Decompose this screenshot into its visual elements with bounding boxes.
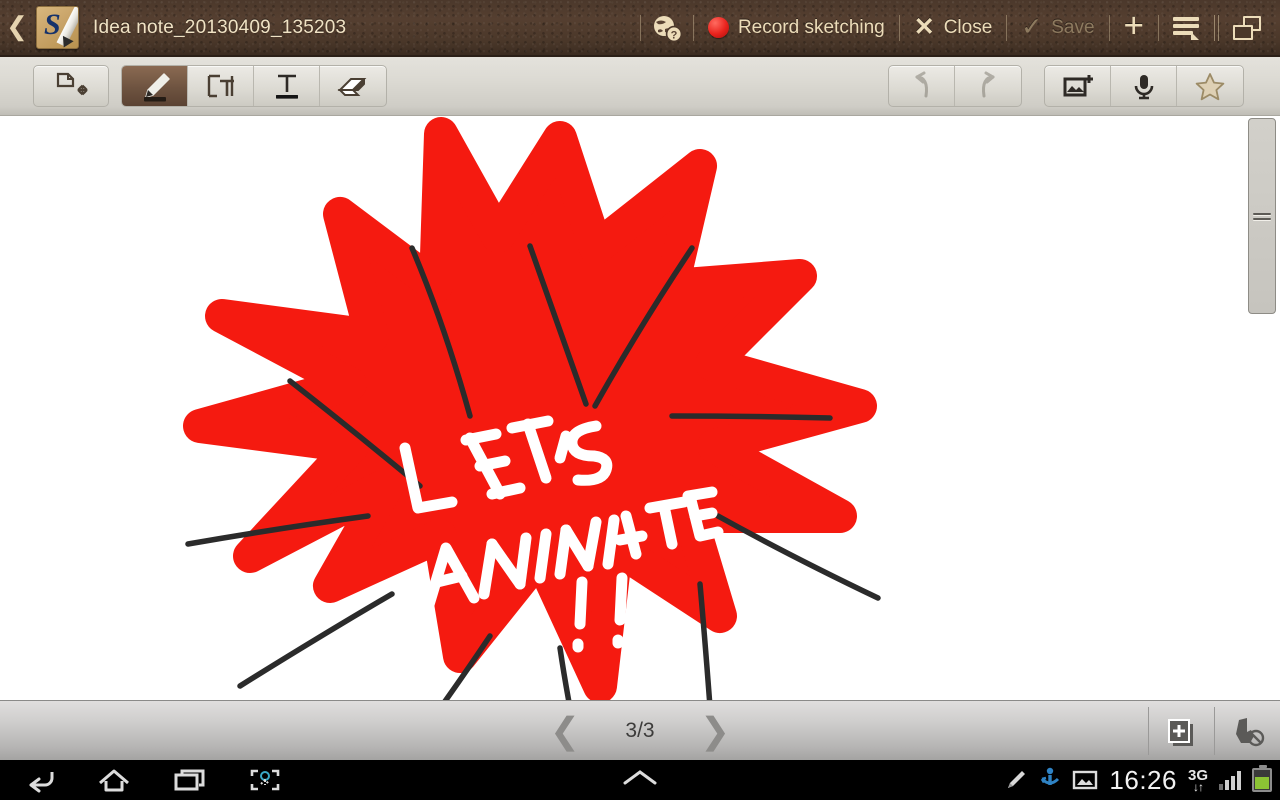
close-label: Close: [943, 16, 993, 38]
separator: [898, 14, 900, 41]
select-move-icon: [56, 72, 88, 96]
battery-icon: [1252, 765, 1272, 792]
voice-record-button[interactable]: [1111, 66, 1177, 106]
check-icon: ✓: [1021, 13, 1043, 41]
separator: [692, 14, 694, 41]
spen-detached-icon: [1041, 767, 1060, 785]
image-add-icon: [1063, 75, 1093, 97]
palm-rejection-button[interactable]: [1215, 701, 1280, 761]
vertical-scrollbar[interactable]: [1248, 118, 1276, 314]
list-menu-button[interactable]: [1170, 16, 1202, 40]
snote-stylus-nib: [58, 35, 74, 48]
close-x-icon: ✕: [913, 13, 935, 41]
star-icon: [1195, 73, 1225, 101]
android-home-icon[interactable]: [96, 767, 132, 793]
insert-image-button[interactable]: [1045, 66, 1111, 106]
separator: [1108, 14, 1110, 41]
android-back-icon[interactable]: [22, 767, 56, 793]
title-bar-actions: ? Record sketching ✕ Close ✓ Save +: [629, 0, 1280, 56]
select-move-tool-button[interactable]: [34, 66, 108, 106]
save-button[interactable]: ✓ Save: [1018, 15, 1097, 40]
chevron-left-icon[interactable]: ❮: [550, 712, 580, 749]
hand-disabled-icon: [1235, 718, 1264, 747]
document-title: Idea note_20130409_135203: [93, 16, 347, 38]
red-starburst-shape: [183, 117, 877, 700]
pen-icon: [143, 73, 170, 102]
drawing-tools-group: [121, 65, 387, 107]
android-system-nav: 16:26 3G ↓↑: [0, 760, 1280, 800]
undo-redo-group: [888, 65, 1022, 107]
add-page-button[interactable]: [1149, 701, 1214, 761]
separator: [1158, 14, 1159, 41]
undo-button[interactable]: [889, 66, 955, 106]
status-clock: 16:26: [1109, 764, 1177, 795]
snote-app-window: ❮ S Idea note_20130409_135203 ? Record s…: [0, 0, 1280, 800]
record-sketching-label: Record sketching: [737, 16, 885, 38]
microphone-icon: [1134, 75, 1153, 100]
globe-help-icon[interactable]: ?: [652, 14, 682, 42]
extras-group: [1044, 65, 1244, 107]
sketch-drawing: [183, 117, 881, 700]
screenshot-saved-icon: [1073, 770, 1098, 790]
text-box-tool-button[interactable]: [188, 66, 254, 106]
redo-button[interactable]: [955, 66, 1021, 106]
eraser-icon: [337, 78, 367, 96]
record-dot-icon: [707, 17, 729, 38]
add-button[interactable]: +: [1121, 8, 1147, 48]
pen-tool-button[interactable]: [122, 66, 188, 106]
signal-bars-icon: [1219, 770, 1241, 790]
title-bar: ❮ S Idea note_20130409_135203 ? Record s…: [0, 0, 1280, 57]
snote-app-icon: S: [36, 6, 79, 49]
separator: [1214, 14, 1219, 41]
back-chevron-icon[interactable]: ❮: [0, 0, 34, 56]
android-nav-buttons: [22, 767, 282, 793]
chevron-right-icon[interactable]: ❯: [700, 712, 730, 749]
separator: [1006, 14, 1008, 41]
text-tool-button[interactable]: [254, 66, 320, 106]
drawing-canvas[interactable]: [0, 116, 1280, 700]
svg-text:?: ?: [671, 29, 678, 41]
page-indicator: 3/3: [625, 718, 655, 742]
add-page-icon: [1167, 719, 1193, 746]
undo-icon: [915, 71, 928, 98]
page-navigation-bar: ❮ 3/3 ❯: [0, 700, 1280, 760]
spen-icon: [1008, 771, 1026, 788]
record-sketching-button[interactable]: Record sketching: [705, 17, 888, 39]
plus-icon: +: [1123, 5, 1144, 45]
separator: [639, 14, 641, 41]
favorite-button[interactable]: [1177, 66, 1243, 106]
network-type: 3G ↓↑: [1188, 768, 1208, 793]
multiwindow-button[interactable]: [1230, 15, 1264, 40]
save-label: Save: [1051, 16, 1095, 38]
text-box-icon: [207, 74, 234, 98]
grip-lines-icon: [1253, 210, 1271, 223]
status-tray: 16:26 3G ↓↑: [1004, 765, 1272, 796]
eraser-tool-button[interactable]: [320, 66, 386, 106]
cascade-windows-icon: [1233, 15, 1261, 40]
list-menu-icon: [1173, 16, 1199, 40]
android-chevron-up-icon[interactable]: [620, 767, 660, 794]
text-icon: [275, 74, 298, 99]
android-screenshot-icon[interactable]: [248, 767, 282, 793]
close-button[interactable]: ✕ Close: [911, 15, 996, 40]
select-tool-group: [33, 65, 109, 107]
pager: ❮ 3/3 ❯: [550, 712, 730, 749]
page-actions: [1148, 701, 1280, 761]
android-recents-icon[interactable]: [172, 767, 208, 793]
redo-icon: [982, 71, 995, 98]
drawing-toolbar: [0, 57, 1280, 116]
